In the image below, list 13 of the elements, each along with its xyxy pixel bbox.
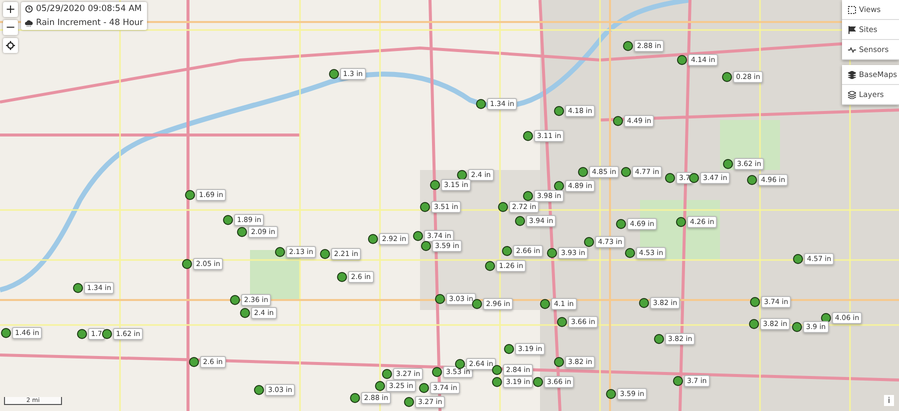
zoom-out-button[interactable]: − [3, 20, 18, 35]
clock-icon [25, 5, 33, 13]
zoom-in-button[interactable]: + [3, 2, 18, 17]
cloud-icon [25, 20, 33, 26]
dashed-square-icon [848, 6, 856, 14]
layers-icon [848, 70, 856, 78]
pulse-icon [848, 46, 856, 52]
layers-icon [848, 90, 856, 98]
flag-icon [848, 26, 856, 34]
timestamp-text: 05/29/2020 09:08:54 AM [36, 4, 142, 14]
info-button[interactable]: i [884, 395, 894, 406]
locate-button[interactable] [3, 38, 18, 53]
layer-name-text: Rain Increment - 48 Hour [36, 18, 144, 28]
